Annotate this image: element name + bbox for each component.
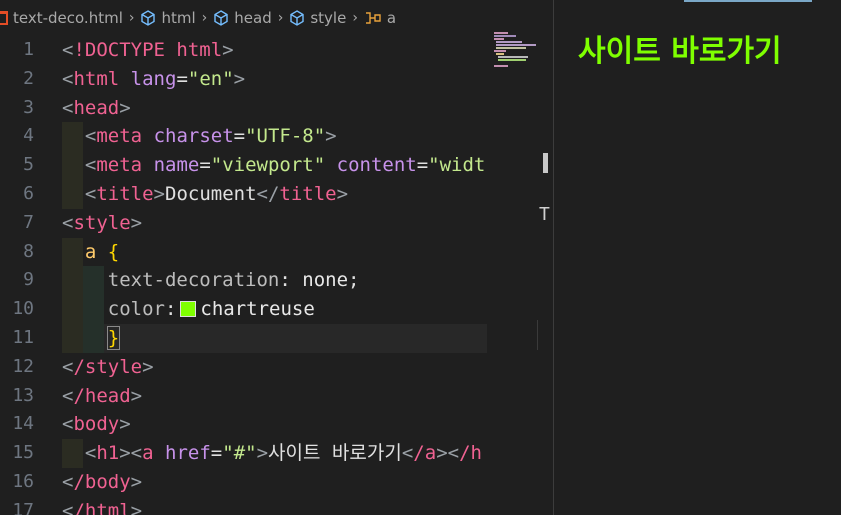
line-number: 5 (23, 154, 34, 176)
divider (537, 320, 538, 350)
line-number: 10 (12, 298, 34, 320)
breadcrumb-html-label: html (161, 9, 196, 27)
code-area[interactable]: <!DOCTYPE html> <html lang="en"> <head> … (62, 36, 487, 515)
color-swatch[interactable] (180, 301, 197, 318)
line-number: 15 (12, 442, 34, 464)
text-cursor-marker: T (539, 204, 550, 225)
line-number: 13 (12, 384, 34, 406)
code-line: <meta name="viewport" content="width=d (62, 151, 487, 180)
line-number: 3 (23, 96, 34, 118)
preview-link[interactable]: 사이트 바로가기 (578, 26, 782, 70)
line-number: 12 (12, 355, 34, 377)
line-number: 4 (23, 125, 34, 147)
line-number-gutter: 1 2 3 4 5 6 7 8 9 10 11 12 13 14 15 16 1… (0, 36, 48, 515)
breadcrumb-head-label: head (234, 9, 272, 27)
line-number: 8 (23, 240, 34, 262)
html-file-icon (0, 11, 8, 25)
scrollbar-thumb[interactable] (543, 153, 548, 173)
breadcrumb: text-deco.html › html › head › style › a (0, 0, 553, 36)
breadcrumb-file[interactable]: text-deco.html (0, 9, 123, 27)
breadcrumb-a-label: a (386, 9, 397, 27)
line-number: 11 (12, 326, 34, 348)
code-line: <head> (62, 96, 131, 119)
chevron-right-icon: › (201, 10, 208, 26)
code-line-current: } (62, 323, 487, 353)
code-line: <html lang="en"> (62, 67, 246, 90)
code-line: <title>Document</title> (62, 179, 487, 209)
code-line: <!DOCTYPE html> (62, 39, 234, 61)
code-line: a { (62, 237, 487, 267)
code-line: <body> (62, 413, 131, 436)
minimap[interactable] (488, 32, 552, 515)
code-line: </body> (62, 470, 143, 493)
browser-preview: 사이트 바로가기 (554, 0, 841, 515)
code-line: </head> (62, 384, 143, 407)
breadcrumb-style[interactable]: style (289, 9, 346, 27)
chevron-right-icon: › (277, 10, 284, 26)
code-line: color: chartreuse (62, 295, 487, 324)
chevron-right-icon: › (128, 10, 135, 26)
breadcrumb-html[interactable]: html (140, 9, 196, 27)
line-number: 17 (12, 499, 34, 515)
code-line: <style> (62, 211, 143, 234)
line-number: 16 (12, 470, 34, 492)
chevron-right-icon: › (352, 10, 358, 26)
breadcrumb-file-label: text-deco.html (13, 9, 123, 27)
code-line: </html> (62, 499, 143, 515)
line-number: 2 (23, 67, 34, 89)
code-line: text-decoration: none; (62, 266, 487, 296)
cube-icon (213, 10, 229, 26)
cube-icon (289, 10, 305, 26)
breadcrumb-head[interactable]: head (213, 9, 272, 27)
line-number: 14 (12, 413, 34, 435)
tab-accent (684, 0, 812, 2)
code-line: <meta charset="UTF-8"> (62, 122, 487, 152)
line-number: 6 (23, 182, 34, 204)
breadcrumb-a[interactable]: a (364, 9, 396, 27)
breadcrumb-style-label: style (310, 9, 347, 27)
code-editor[interactable]: 1 2 3 4 5 6 7 8 9 10 11 12 13 14 15 16 1… (0, 32, 553, 515)
code-line: <h1><a href="#">사이트 바로가기</a></h (62, 439, 487, 468)
code-line: </style> (62, 355, 154, 378)
line-number: 9 (23, 269, 34, 291)
cube-icon (140, 10, 156, 26)
line-number: 7 (23, 211, 34, 233)
selector-icon (364, 10, 382, 26)
line-number: 1 (23, 39, 34, 60)
